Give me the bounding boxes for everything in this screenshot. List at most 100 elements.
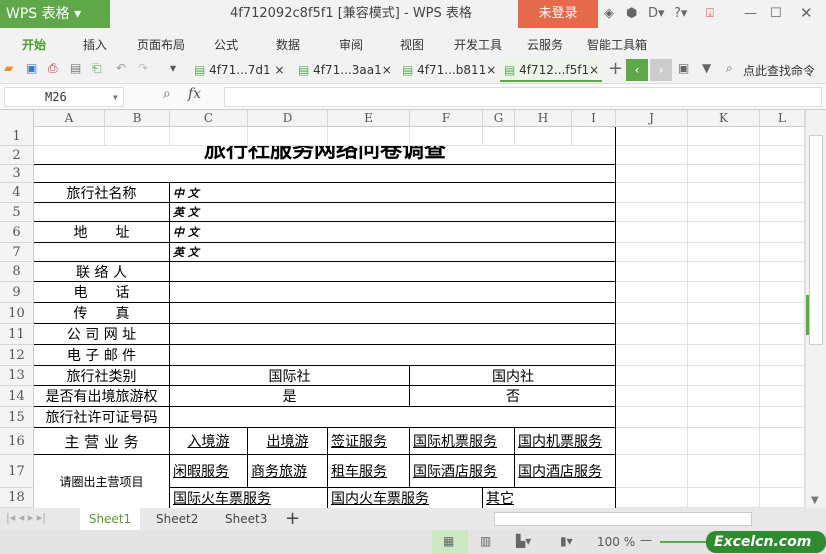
download-icon[interactable]: ⍗ (706, 6, 714, 21)
new-tab-button[interactable]: + (608, 58, 623, 79)
search-icon[interactable]: ⌕ (726, 61, 733, 76)
row-header-16[interactable]: 16 (0, 428, 34, 455)
cell-phone-value[interactable] (170, 282, 616, 303)
eye-protection-icon[interactable]: ▮▾ (560, 534, 573, 548)
help-icon[interactable]: ?▾ (674, 6, 687, 21)
grid-cell[interactable] (760, 262, 805, 282)
grid-cell[interactable] (760, 203, 805, 222)
doc-tab[interactable]: ▤ 4f71...3aa1× (294, 58, 394, 82)
function-button[interactable]: fx (188, 86, 201, 102)
doc-tab[interactable]: ▤ 4f71...7d1 × (190, 58, 286, 82)
cell-address-cn[interactable]: 中 文 (170, 222, 616, 243)
grid-cell[interactable] (616, 165, 688, 183)
row-header-9[interactable]: 9 (0, 282, 34, 303)
grid-cell[interactable] (760, 455, 805, 488)
cell-service[interactable]: 国际酒店服务 (410, 455, 515, 488)
column-header-C[interactable]: C (170, 110, 248, 127)
cell-service[interactable]: 签证服务 (328, 428, 410, 455)
cell-label-agency-name[interactable]: 旅行社名称 (34, 183, 170, 203)
cell-email-value[interactable] (170, 345, 616, 366)
cell-sheet-title[interactable]: 旅行社服务网络问卷调查 (34, 146, 616, 165)
grid-cell[interactable] (572, 127, 616, 146)
grid-cell[interactable] (760, 183, 805, 203)
sheet-nav-icon[interactable]: |◂ ◂ ▸ ▸| (6, 511, 46, 524)
name-box[interactable]: M26 ▾ (4, 87, 124, 107)
cell-option-yes[interactable]: 是 (170, 386, 410, 407)
next-tab-button[interactable]: › (650, 59, 672, 81)
grid-cell[interactable] (760, 428, 805, 455)
cell-website-value[interactable] (170, 324, 616, 345)
cell-label-email[interactable]: 电 子 邮 件 (34, 345, 170, 366)
grid-cell[interactable] (688, 262, 760, 282)
cell-blank-row[interactable] (34, 165, 616, 183)
sheet-tab-sheet2[interactable]: Sheet2 (156, 508, 198, 530)
grid-cell[interactable] (688, 203, 760, 222)
row-header-15[interactable]: 15 (0, 407, 34, 428)
doc-tab-active[interactable]: ▤ 4f712...f5f1× (500, 58, 602, 82)
zoom-out-button[interactable]: — (640, 533, 652, 547)
grid-cell[interactable] (688, 324, 760, 345)
format-icon[interactable]: ▼ (702, 61, 711, 75)
grid-cell[interactable] (616, 407, 688, 428)
row-header-18[interactable]: 18 (0, 488, 34, 508)
close-button[interactable]: ✕ (800, 4, 813, 22)
grid-cell[interactable] (760, 303, 805, 324)
grid-cell[interactable] (105, 127, 170, 146)
grid-cell[interactable] (248, 127, 328, 146)
grid-cell[interactable] (616, 127, 688, 146)
close-tab-icon[interactable]: × (274, 63, 284, 77)
cell-service[interactable]: 商务旅游 (248, 455, 328, 488)
row-header-4[interactable]: 4 (0, 183, 34, 203)
column-header-L[interactable]: L (760, 110, 805, 127)
column-header-G[interactable]: G (483, 110, 515, 127)
print-icon[interactable]: ▤ (70, 61, 81, 75)
menu-insert[interactable]: 插入 (83, 36, 107, 53)
row-header-5[interactable]: 5 (0, 203, 34, 222)
grid-cell[interactable] (410, 127, 483, 146)
grid-cell[interactable] (616, 386, 688, 407)
scroll-down-icon[interactable]: ▼ (811, 495, 819, 506)
cell-service[interactable]: 国内酒店服务 (515, 455, 616, 488)
screen-icon[interactable]: ▣ (678, 61, 689, 75)
cell-label-circle-hint[interactable]: 请圈出主营项目 (34, 455, 170, 508)
grid-cell[interactable] (760, 324, 805, 345)
cell-fax-value[interactable] (170, 303, 616, 324)
row-header-10[interactable]: 10 (0, 303, 34, 324)
save-icon[interactable]: ▣ (26, 61, 37, 75)
skin-icon[interactable]: ◈ (604, 6, 614, 21)
horizontal-scrollbar[interactable] (494, 512, 752, 526)
cell-service[interactable]: 出境游 (248, 428, 328, 455)
scroll-thumb[interactable] (809, 135, 823, 345)
cell-service[interactable]: 国内火车票服务 (328, 488, 483, 508)
grid-cell[interactable] (760, 165, 805, 183)
grid-cell[interactable] (688, 165, 760, 183)
menu-home[interactable]: 开始 (22, 36, 46, 53)
settings-icon[interactable]: ⬢ (626, 6, 637, 21)
grid-cell[interactable] (34, 127, 105, 146)
cell-label-agency-type[interactable]: 旅行社类别 (34, 366, 170, 386)
grid-cell[interactable] (616, 243, 688, 262)
grid-cell[interactable] (616, 428, 688, 455)
menu-cloud[interactable]: 云服务 (527, 36, 563, 53)
maximize-button[interactable]: ☐ (770, 6, 782, 21)
chevron-down-icon[interactable]: ▾ (112, 88, 119, 106)
cell-option-no[interactable]: 否 (410, 386, 616, 407)
row-header-13[interactable]: 13 (0, 366, 34, 386)
layout-icon[interactable]: ▙▾ (516, 534, 531, 548)
login-button[interactable]: 未登录 (518, 0, 598, 28)
grid-cell[interactable] (483, 127, 515, 146)
minimize-button[interactable]: — (744, 6, 757, 21)
grid-cell[interactable] (760, 127, 805, 146)
export-pdf-icon[interactable]: ⎙ (48, 61, 58, 76)
grid-cell[interactable] (760, 222, 805, 243)
cell-license-value[interactable] (170, 407, 616, 428)
cell-label-main-business[interactable]: 主 营 业 务 (34, 428, 170, 455)
cell-service[interactable]: 国际火车票服务 (170, 488, 328, 508)
print-preview-icon[interactable]: ⎗ (92, 61, 102, 76)
cell-service[interactable]: 其它 (483, 488, 616, 508)
row-header-17[interactable]: 17 (0, 455, 34, 488)
grid-cell[interactable] (328, 127, 410, 146)
cell-service[interactable]: 闲暇服务 (170, 455, 248, 488)
close-tab-icon[interactable]: × (382, 63, 392, 77)
grid-cell[interactable] (688, 243, 760, 262)
